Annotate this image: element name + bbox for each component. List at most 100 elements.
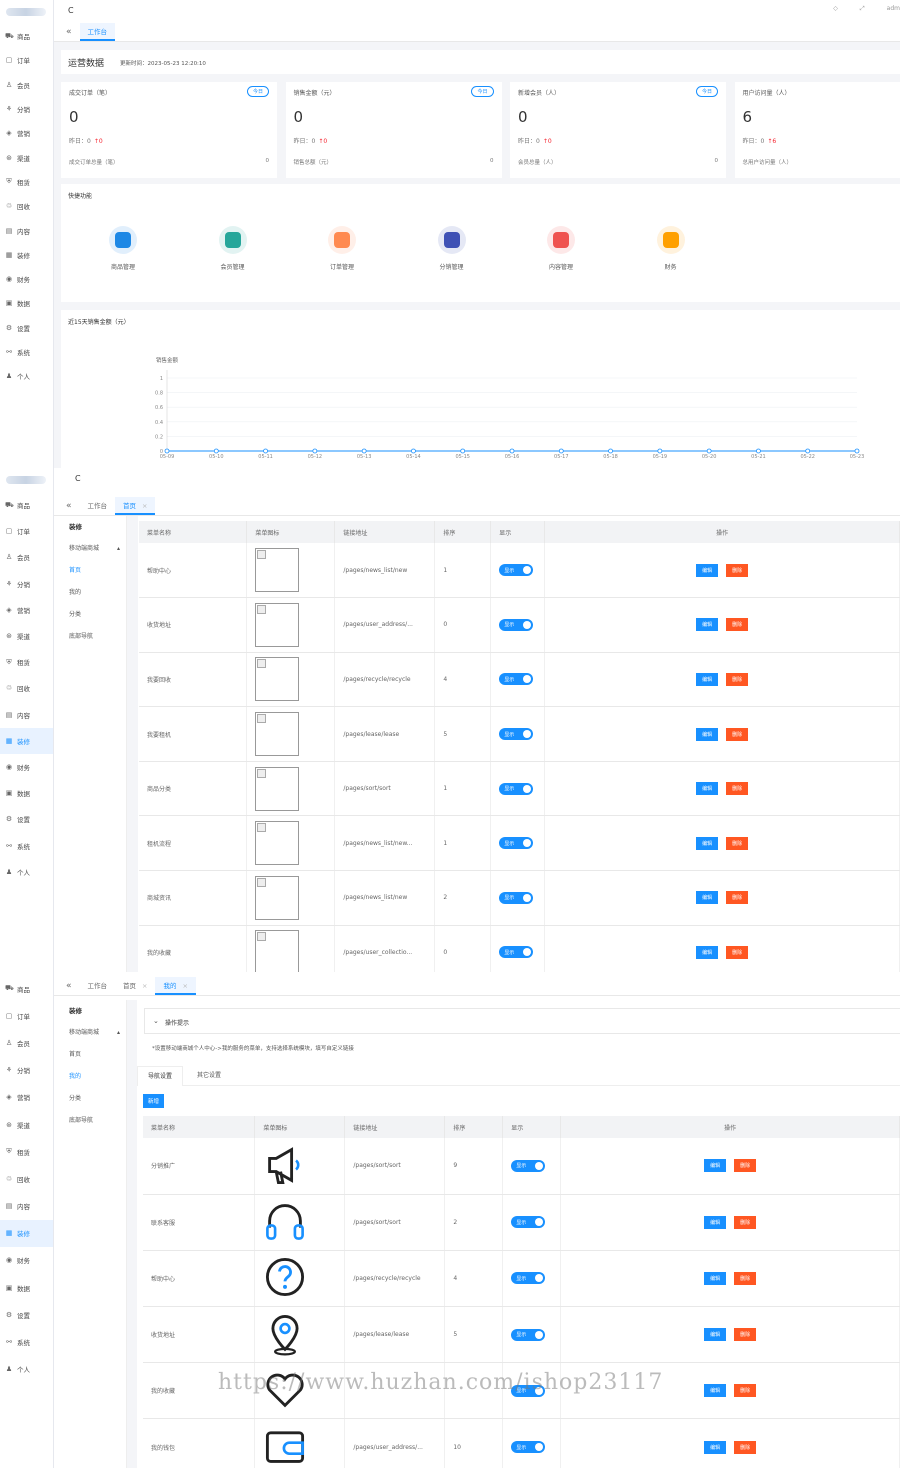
sidebar-item[interactable]: ⚙ 设置 bbox=[0, 806, 53, 832]
delete-button[interactable]: 删除 bbox=[726, 836, 749, 850]
tab[interactable]: 工作台 bbox=[80, 497, 116, 515]
tab[interactable]: 首页 × bbox=[115, 977, 155, 995]
tabs-back-icon[interactable]: « bbox=[58, 977, 80, 995]
delete-button[interactable]: 删除 bbox=[734, 1215, 757, 1229]
delete-button[interactable]: 删除 bbox=[726, 618, 749, 632]
delete-button[interactable]: 删除 bbox=[734, 1440, 757, 1454]
tab-workbench[interactable]: 工作台 bbox=[79, 23, 116, 41]
display-toggle[interactable]: 显示 bbox=[499, 782, 534, 795]
display-toggle[interactable]: 显示 bbox=[499, 837, 534, 850]
sidebar-item[interactable]: ▦ 装修 bbox=[0, 243, 53, 267]
sidebar-item[interactable]: ⚯ 系统 bbox=[0, 832, 53, 858]
sidebar-item[interactable]: ⛨ 租赁 bbox=[0, 170, 53, 194]
sidebar-item[interactable]: ▤ 内容 bbox=[0, 702, 53, 728]
edit-button[interactable]: 编辑 bbox=[704, 1271, 727, 1285]
sidebar-item[interactable]: ⚯ 系统 bbox=[0, 1328, 53, 1355]
display-toggle[interactable]: 显示 bbox=[511, 1216, 546, 1229]
display-toggle[interactable]: 显示 bbox=[511, 1328, 546, 1341]
delete-button[interactable]: 删除 bbox=[726, 563, 749, 577]
edit-button[interactable]: 编辑 bbox=[696, 727, 719, 741]
sidebar-item[interactable]: ◈ 营销 bbox=[0, 121, 53, 145]
tabs-back-icon[interactable]: « bbox=[58, 23, 80, 41]
submenu-item[interactable]: 分类 bbox=[61, 1088, 126, 1110]
display-toggle[interactable]: 显示 bbox=[499, 891, 534, 904]
sidebar-item[interactable]: ⚘ 分销 bbox=[0, 571, 53, 597]
submenu-item[interactable]: 底部导航 bbox=[61, 626, 126, 648]
sidebar-item[interactable]: ⚙ 设置 bbox=[0, 1301, 53, 1328]
user-menu[interactable]: adm bbox=[887, 5, 900, 13]
sidebar-item[interactable]: ▦ 装修 bbox=[0, 1219, 53, 1247]
quick-link[interactable]: 内容管理 bbox=[531, 226, 591, 271]
tab[interactable]: 工作台 bbox=[80, 977, 116, 995]
tab[interactable]: 首页 × bbox=[115, 497, 156, 515]
sidebar-item[interactable]: ⛟ 商品 bbox=[0, 24, 53, 48]
sidebar-item[interactable]: ◉ 财务 bbox=[0, 267, 53, 291]
sidebar-item[interactable]: ♲ 回收 bbox=[0, 675, 53, 701]
sidebar-item[interactable]: ♟ 个人 bbox=[0, 1356, 53, 1383]
edit-button[interactable]: 编辑 bbox=[696, 891, 719, 905]
fullscreen-icon[interactable]: ⤢ bbox=[860, 5, 865, 13]
close-icon[interactable]: × bbox=[182, 982, 187, 990]
display-toggle[interactable]: 显示 bbox=[499, 564, 534, 577]
sidebar-item[interactable]: ▣ 数据 bbox=[0, 291, 53, 315]
tab[interactable]: 我的 × bbox=[155, 977, 196, 995]
edit-button[interactable]: 编辑 bbox=[704, 1328, 727, 1342]
submenu-item[interactable]: 底部导航 bbox=[61, 1110, 126, 1132]
sidebar-item[interactable]: ▤ 内容 bbox=[0, 1193, 53, 1220]
sidebar-item[interactable]: ▢ 订单 bbox=[0, 48, 53, 72]
edit-button[interactable]: 编辑 bbox=[696, 836, 719, 850]
tab-nav-settings[interactable]: 导航设置 bbox=[137, 1066, 184, 1086]
sidebar-item[interactable]: ▣ 数据 bbox=[0, 780, 53, 806]
sidebar-item[interactable]: ⚯ 系统 bbox=[0, 340, 53, 364]
delete-button[interactable]: 删除 bbox=[726, 891, 749, 905]
edit-button[interactable]: 编辑 bbox=[696, 563, 719, 577]
submenu-item[interactable]: 我的 bbox=[61, 1066, 126, 1088]
close-icon[interactable]: × bbox=[142, 982, 147, 990]
refresh-icon[interactable]: C bbox=[68, 6, 74, 15]
delete-button[interactable]: 删除 bbox=[726, 782, 749, 796]
sidebar-item[interactable]: ⊛ 渠道 bbox=[0, 623, 53, 649]
sidebar-item[interactable]: ♙ 会员 bbox=[0, 544, 53, 570]
add-button[interactable]: 新增 bbox=[143, 1094, 165, 1108]
sidebar-item[interactable]: ◈ 营销 bbox=[0, 597, 53, 623]
display-toggle[interactable]: 显示 bbox=[499, 728, 534, 741]
sidebar-item[interactable]: ⊛ 渠道 bbox=[0, 145, 53, 169]
submenu-item[interactable]: 分类 bbox=[61, 604, 126, 626]
close-icon[interactable]: × bbox=[142, 502, 147, 510]
display-toggle[interactable]: 显示 bbox=[511, 1441, 546, 1454]
sidebar-item[interactable]: ♲ 回收 bbox=[0, 1165, 53, 1192]
sidebar-item[interactable]: ⛟ 商品 bbox=[0, 975, 53, 1002]
sidebar-item[interactable]: ♟ 个人 bbox=[0, 859, 53, 885]
display-toggle[interactable]: 显示 bbox=[499, 618, 534, 631]
delete-button[interactable]: 删除 bbox=[734, 1271, 757, 1285]
display-toggle[interactable]: 显示 bbox=[499, 946, 534, 959]
quick-link[interactable]: 分销管理 bbox=[422, 226, 482, 271]
quick-link[interactable]: 财务 bbox=[641, 226, 701, 271]
edit-button[interactable]: 编辑 bbox=[704, 1440, 727, 1454]
sidebar-item[interactable]: ▣ 数据 bbox=[0, 1274, 53, 1301]
display-toggle[interactable]: 显示 bbox=[499, 673, 534, 686]
quick-link[interactable]: 会员管理 bbox=[203, 226, 263, 271]
edit-button[interactable]: 编辑 bbox=[696, 672, 719, 686]
sidebar-item[interactable]: ♙ 会员 bbox=[0, 1029, 53, 1056]
sidebar-item[interactable]: ⛨ 租赁 bbox=[0, 1138, 53, 1165]
delete-button[interactable]: 删除 bbox=[734, 1328, 757, 1342]
submenu-item[interactable]: 我的 bbox=[61, 582, 126, 604]
delete-button[interactable]: 删除 bbox=[734, 1159, 757, 1173]
delete-button[interactable]: 删除 bbox=[734, 1384, 757, 1398]
submenu-group[interactable]: 移动端商城 ▴ bbox=[61, 538, 126, 560]
submenu-group[interactable]: 移动端商城 ▴ bbox=[61, 1022, 126, 1044]
edit-button[interactable]: 编辑 bbox=[704, 1215, 727, 1229]
sidebar-item[interactable]: ▢ 订单 bbox=[0, 518, 53, 544]
edit-button[interactable]: 编辑 bbox=[696, 782, 719, 796]
quick-link[interactable]: 订单管理 bbox=[312, 226, 372, 271]
display-toggle[interactable]: 显示 bbox=[511, 1159, 546, 1172]
delete-button[interactable]: 删除 bbox=[726, 727, 749, 741]
sidebar-item[interactable]: ⛟ 商品 bbox=[0, 492, 53, 518]
submenu-item[interactable]: 首页 bbox=[61, 560, 126, 582]
sidebar-item[interactable]: ⚘ 分销 bbox=[0, 97, 53, 121]
delete-button[interactable]: 删除 bbox=[726, 672, 749, 686]
sidebar-item[interactable]: ◉ 财务 bbox=[0, 754, 53, 780]
sidebar-item[interactable]: ⛨ 租赁 bbox=[0, 649, 53, 675]
sidebar-item[interactable]: ▤ 内容 bbox=[0, 218, 53, 242]
